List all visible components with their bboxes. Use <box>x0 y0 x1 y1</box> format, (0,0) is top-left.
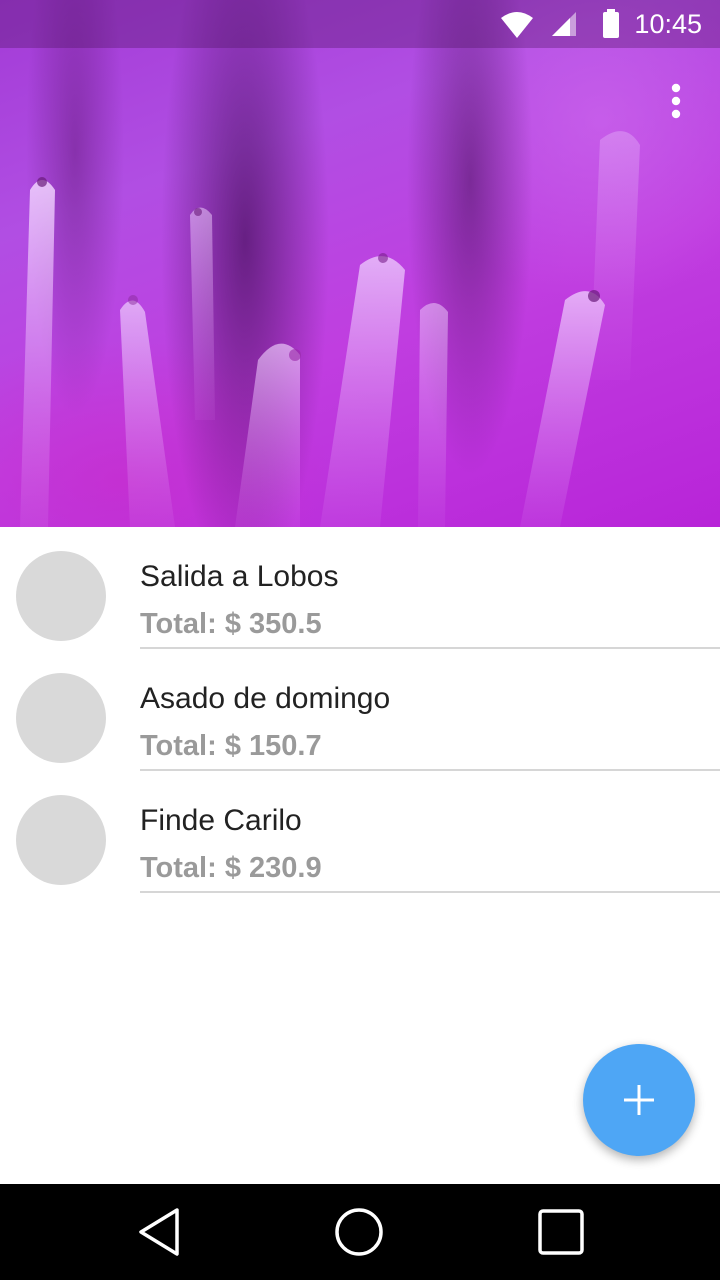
item-total: Total: $ 230.9 <box>140 852 322 884</box>
add-button[interactable] <box>583 1044 695 1156</box>
item-total: Total: $ 150.7 <box>140 730 322 762</box>
header-image <box>0 0 720 527</box>
navigation-bar <box>0 1184 720 1280</box>
plus-icon <box>624 1085 654 1115</box>
status-time: 10:45 <box>634 9 702 39</box>
home-icon <box>335 1208 383 1256</box>
home-button[interactable] <box>323 1196 395 1268</box>
status-bar: 10:45 <box>0 0 720 48</box>
back-icon <box>139 1208 179 1256</box>
recents-button[interactable] <box>525 1196 597 1268</box>
item-title: Finde Carilo <box>140 804 302 837</box>
back-button[interactable] <box>124 1196 196 1268</box>
list-item[interactable]: Finde Carilo Total: $ 230.9 <box>0 771 720 893</box>
outings-list: Salida a Lobos Total: $ 350.5 Asado de d… <box>0 527 720 893</box>
app-screen: 10:45 Salida a Lobos Total: $ 350.5 Asad… <box>0 0 720 1280</box>
divider <box>140 891 720 893</box>
wifi-icon <box>500 0 534 53</box>
list-item[interactable]: Asado de domingo Total: $ 150.7 <box>0 649 720 771</box>
list-item[interactable]: Salida a Lobos Total: $ 350.5 <box>0 527 720 649</box>
more-vert-icon <box>671 83 681 119</box>
signal-icon <box>550 0 578 53</box>
avatar <box>16 551 106 641</box>
avatar <box>16 795 106 885</box>
item-title: Asado de domingo <box>140 682 391 715</box>
recents-icon <box>538 1209 584 1255</box>
avatar <box>16 673 106 763</box>
item-title: Salida a Lobos <box>140 560 339 593</box>
overflow-menu-button[interactable] <box>656 80 696 124</box>
battery-icon <box>600 0 622 53</box>
item-total: Total: $ 350.5 <box>140 608 322 640</box>
